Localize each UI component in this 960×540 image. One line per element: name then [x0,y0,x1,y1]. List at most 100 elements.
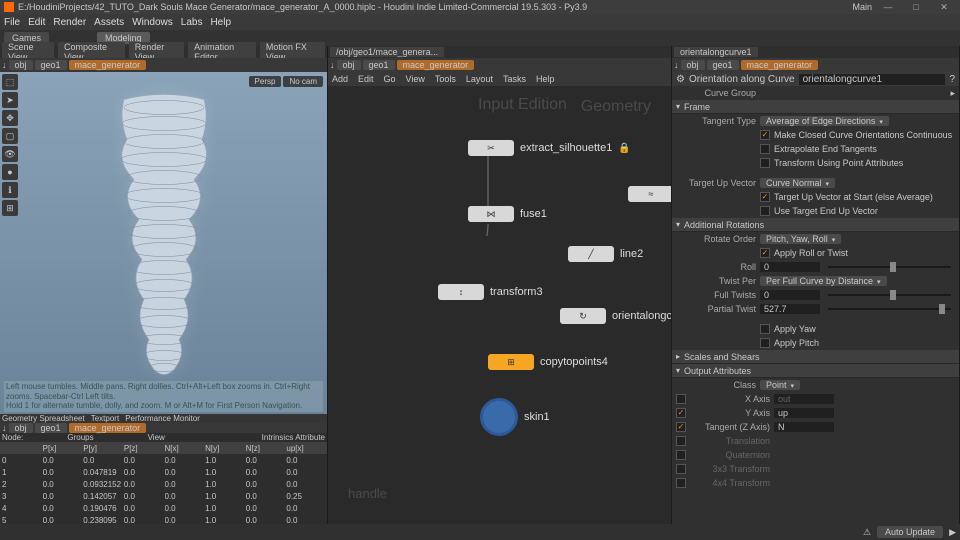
chk-closed-curve[interactable] [760,130,770,140]
chk-apply-yaw[interactable] [760,324,770,334]
tangent-type-dropdown[interactable]: Average of Edge Directions [760,116,889,126]
arrow-icon[interactable]: ➤ [2,92,18,108]
folder-addrot[interactable]: Additional Rotations [672,218,959,232]
class-dropdown[interactable]: Point [760,380,800,390]
tab-geomspreadsheet[interactable]: Geometry Spreadsheet [2,414,85,423]
yaxis-field[interactable]: up [774,408,834,418]
parameter-pane: Curve Group▸ Frame Tangent TypeAverage o… [672,86,959,524]
table-row[interactable]: 20.00.09321520.00.01.00.00.0 [0,478,327,490]
frame-handle: handle [348,486,387,501]
node-orient[interactable]: ↻orientalongcu [560,308,671,324]
partial-field[interactable]: 527.7 [760,304,820,314]
tangentz-field[interactable]: N [774,422,834,432]
menu-file[interactable]: File [4,17,20,28]
menu-assets[interactable]: Assets [94,17,124,28]
node-copytopoints[interactable]: ⊞copytopoints4 [488,354,608,370]
cook-icon[interactable]: ▶ [949,527,956,538]
minimize-icon[interactable]: — [876,2,900,12]
roll-slider[interactable] [828,266,951,268]
inspect-icon[interactable]: ℹ [2,182,18,198]
network-tab[interactable]: /obj/geo1/mace_genera... [330,47,444,57]
gear-icon[interactable]: ⚙ [676,74,685,85]
menubar: File Edit Render Assets Windows Labs Hel… [0,14,960,30]
upvector-dropdown[interactable]: Curve Normal [760,178,835,188]
col-header[interactable]: P[x] [43,444,82,453]
chk-target-up-start[interactable] [760,192,770,202]
chk-extrapolate[interactable] [760,144,770,154]
snap-icon[interactable]: ⊞ [2,200,18,216]
folder-outattr[interactable]: Output Attributes [672,364,959,378]
window-title: E:/HoudiniProjects/42_TUTO_Dark Souls Ma… [18,2,587,12]
tab-perfmon[interactable]: Performance Monitor [125,414,200,423]
view-icon[interactable]: 👁 [2,146,18,162]
titlebar: E:/HoudiniProjects/42_TUTO_Dark Souls Ma… [0,0,960,14]
col-header[interactable]: P[y] [83,444,122,453]
node-name[interactable]: orientalongcurve1 [799,74,946,85]
col-header[interactable]: N[x] [165,444,204,453]
viewport-toolbar: ⬚ ➤ ✥ ▢ 👁 ● ℹ ⊞ [2,74,18,216]
chk-transform-point[interactable] [760,158,770,168]
close-icon[interactable]: ✕ [932,2,956,13]
path-obj[interactable]: obj [9,60,33,70]
node-line[interactable]: ╱line2 [568,246,643,262]
viewport-mesh [94,90,234,383]
partial-slider[interactable] [828,308,951,310]
network-tabstrip: /obj/geo1/mace_genera... [328,46,671,58]
table-row[interactable]: 10.00.0478190.00.01.00.00.0 [0,466,327,478]
help-icon[interactable]: ? [949,74,955,85]
select-icon[interactable]: ⬚ [2,74,18,90]
col-header[interactable]: up[x] [286,444,325,453]
chk-apply-pitch[interactable] [760,338,770,348]
menu-windows[interactable]: Windows [132,17,173,28]
arrow-icon[interactable]: ▸ [950,88,955,99]
tab-textport[interactable]: Textport [91,414,119,423]
auto-update-button[interactable]: Auto Update [877,526,943,538]
col-header[interactable]: N[y] [205,444,244,453]
network-menu: Add Edit Go View Tools Layout Tasks Help [328,72,671,86]
table-row[interactable]: 30.00.1420570.00.01.00.00.25 [0,490,327,502]
frame-label: Input Edition [478,96,567,114]
menu-help[interactable]: Help [210,17,231,28]
main-label: Main [852,2,872,12]
statusbar: ⚠ Auto Update ▶ [0,524,960,540]
handle-icon[interactable]: ✥ [2,110,18,126]
table-row[interactable]: 00.00.00.00.01.00.00.0 [0,454,327,466]
menu-labs[interactable]: Labs [181,17,203,28]
col-header[interactable]: P[z] [124,444,163,453]
node-wave[interactable]: ≈ [628,186,671,202]
node-skin[interactable]: skin1 [480,398,550,436]
fulltwists-slider[interactable] [828,294,951,296]
region-icon[interactable]: ▢ [2,128,18,144]
fulltwists-field[interactable]: 0 [760,290,820,300]
viewport-help: Left mouse tumbles. Middle pans. Right d… [4,381,323,412]
col-header[interactable]: N[z] [246,444,285,453]
path-geo[interactable]: geo1 [35,60,67,70]
folder-frame[interactable]: Frame [672,100,959,114]
render-icon[interactable]: ● [2,164,18,180]
geometry-label: Geometry [581,98,651,116]
scene-tabstrip: Scene View Composite View Render View An… [0,46,327,58]
twistper-dropdown[interactable]: Per Full Curve by Distance [760,276,887,286]
node-extract[interactable]: ✂extract_silhouette1🔒 [468,140,631,156]
parm-header: ⚙ Orientation along Curve orientalongcur… [672,72,959,86]
network-view[interactable]: Input Edition Geometry ✂extract_silhouet… [328,86,671,524]
table-row[interactable]: 40.00.1904760.00.01.00.00.0 [0,502,327,514]
spreadsheet-pane: Geometry Spreadsheet Textport Performanc… [0,414,327,524]
scene-pathbar: ↓ obj geo1 mace_generator [0,58,327,72]
path-sop[interactable]: mace_generator [69,60,147,70]
folder-scales[interactable]: Scales and Shears [672,350,959,364]
persp-button[interactable]: Persp [249,76,282,87]
menu-render[interactable]: Render [53,17,86,28]
chk-apply-roll[interactable] [760,248,770,258]
warning-icon[interactable]: ⚠ [863,527,871,538]
app-logo [4,2,14,12]
rotate-order-dropdown[interactable]: Pitch, Yaw, Roll [760,234,841,244]
roll-field[interactable]: 0 [760,262,820,272]
node-fuse[interactable]: ⋈fuse1 [468,206,547,222]
nocam-button[interactable]: No cam [283,76,323,87]
maximize-icon[interactable]: □ [904,2,928,12]
node-transform[interactable]: ↕transform3 [438,284,543,300]
menu-edit[interactable]: Edit [28,17,45,28]
viewport[interactable]: ⬚ ➤ ✥ ▢ 👁 ● ℹ ⊞ Persp No cam [0,72,327,414]
chk-target-end-up[interactable] [760,206,770,216]
